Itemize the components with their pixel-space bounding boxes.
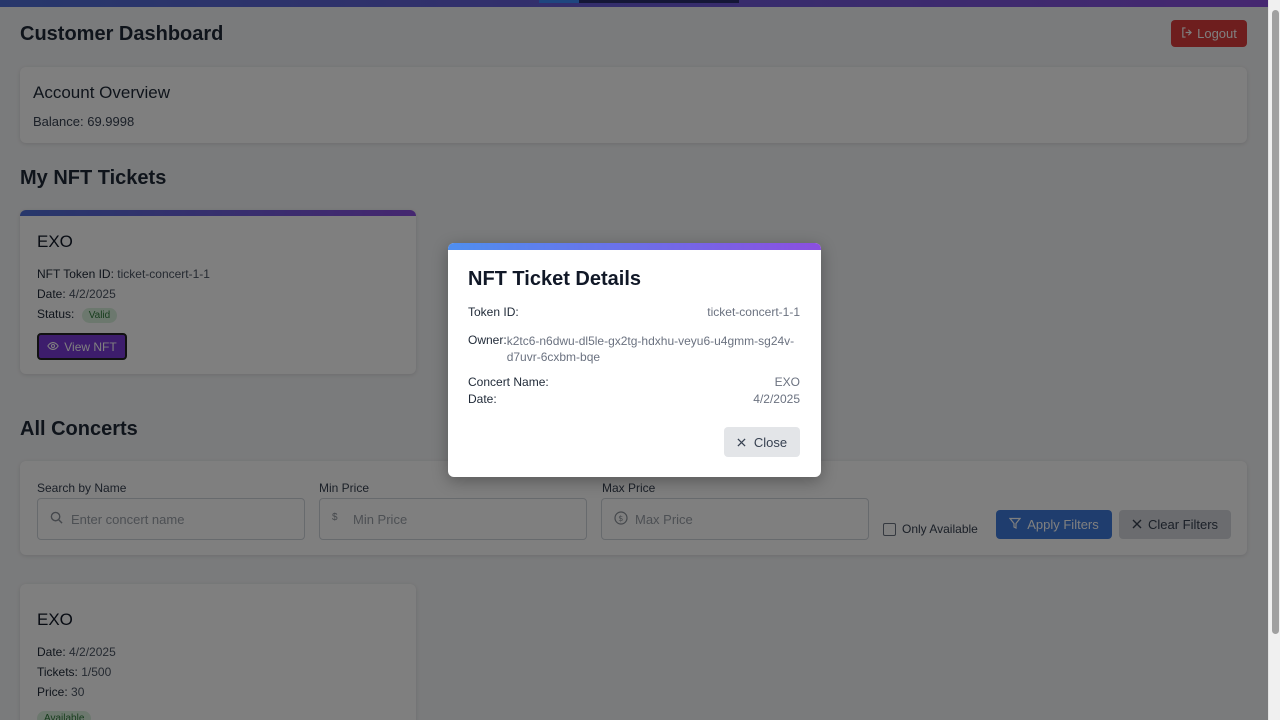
modal-concert-value: EXO bbox=[774, 375, 800, 389]
close-label: Close bbox=[753, 434, 788, 450]
modal-title: NFT Ticket Details bbox=[468, 268, 642, 290]
modal-date-label: Date: bbox=[468, 392, 497, 406]
modal-date-value: 4/2/2025 bbox=[753, 392, 800, 406]
page-scrollbar[interactable] bbox=[1268, 0, 1280, 720]
modal-token-value: ticket-concert-1-1 bbox=[707, 305, 800, 319]
modal-owner-value: k2tc6-n6dwu-dl5le-gx2tg-hdxhu-veyu6-u4gm… bbox=[506, 334, 795, 364]
modal-concert-row: Concert Name: EXO bbox=[468, 375, 800, 389]
modal-token-row: Token ID: ticket-concert-1-1 bbox=[468, 305, 800, 319]
modal-stripe bbox=[448, 243, 821, 250]
nft-details-modal: NFT Ticket Details Token ID: ticket-conc… bbox=[448, 243, 821, 477]
close-button[interactable]: Close bbox=[724, 427, 800, 457]
modal-token-label: Token ID: bbox=[468, 305, 519, 319]
close-icon bbox=[737, 435, 746, 450]
scrollbar-thumb[interactable] bbox=[1272, 10, 1279, 634]
modal-concert-label: Concert Name: bbox=[468, 375, 549, 389]
modal-owner-label: Owner: bbox=[468, 333, 507, 347]
modal-date-row: Date: 4/2/2025 bbox=[468, 392, 800, 406]
modal-owner-row: Owner: k2tc6-n6dwu-dl5le-gx2tg-hdxhu-vey… bbox=[468, 333, 800, 365]
